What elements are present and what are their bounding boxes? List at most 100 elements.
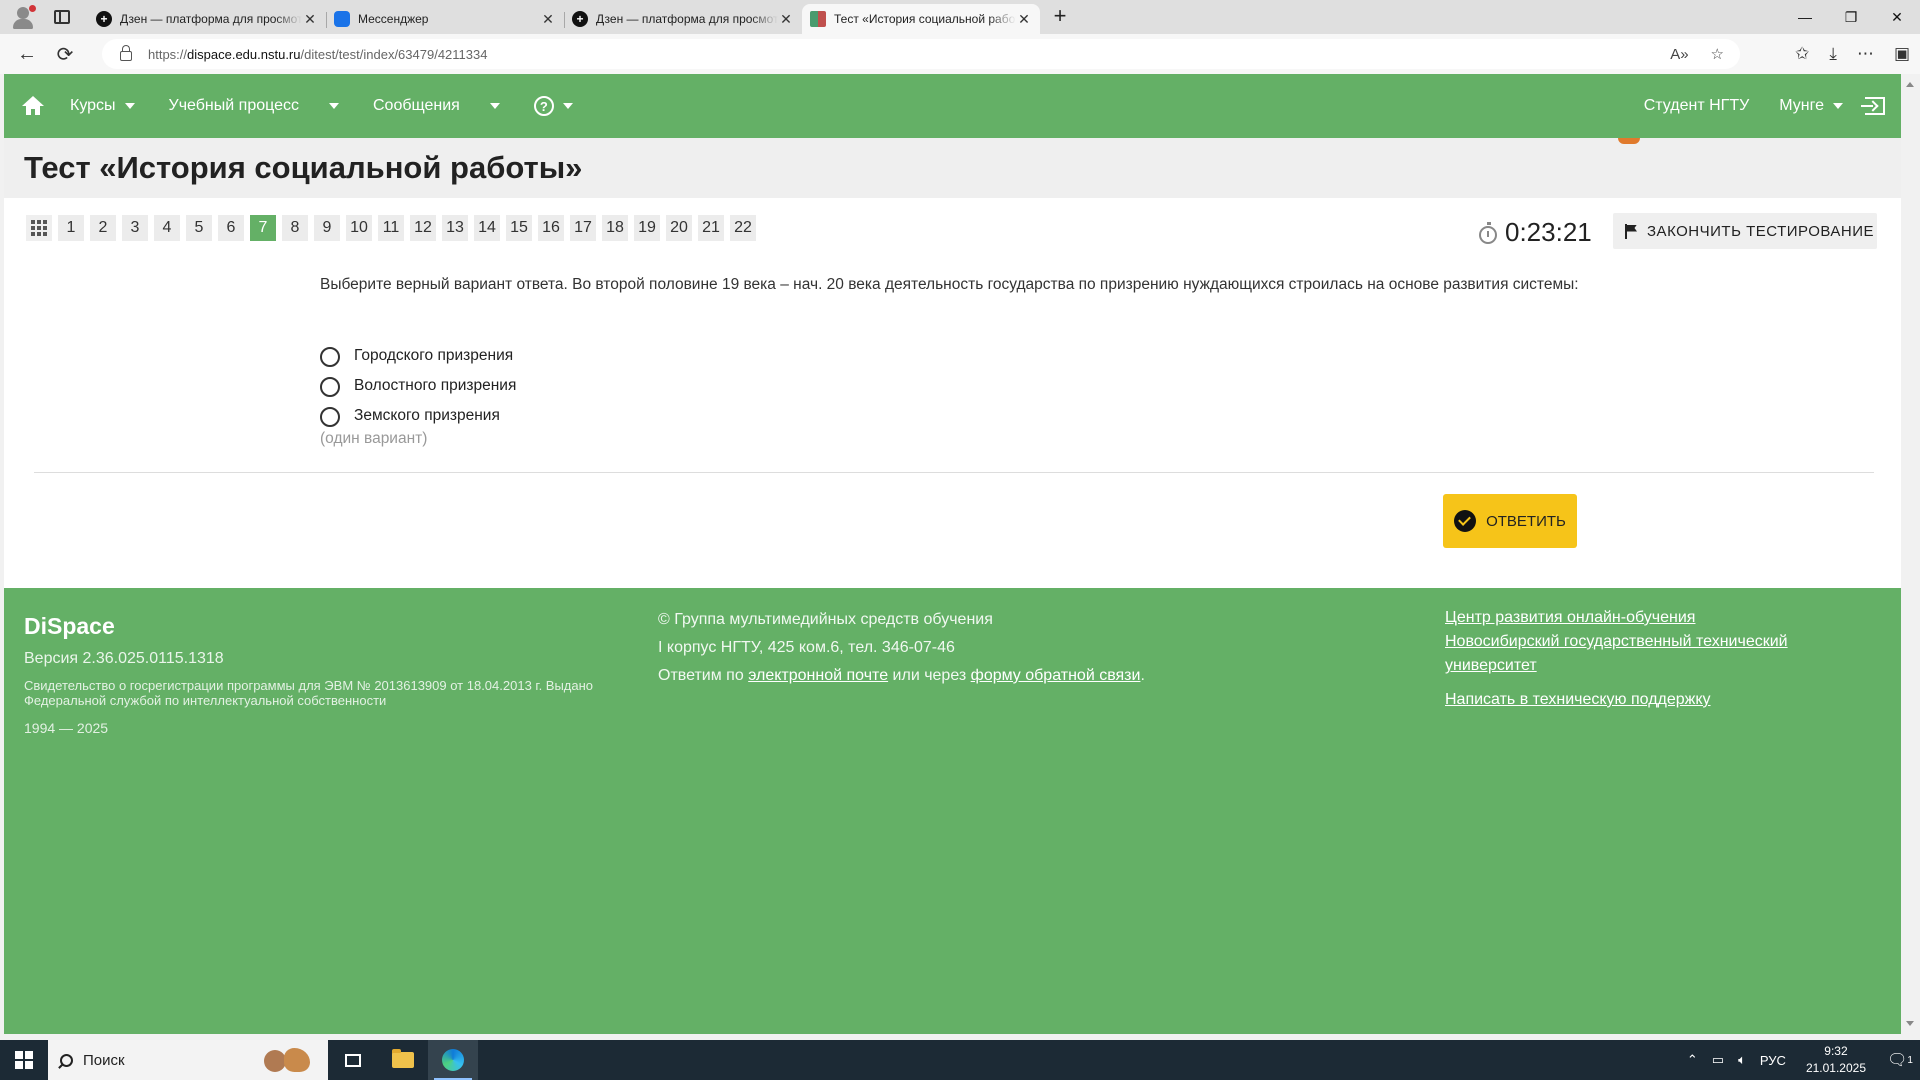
user-role-link[interactable]: Студент НГТУ xyxy=(1644,97,1750,115)
lock-icon[interactable] xyxy=(120,45,132,61)
question-number-button[interactable]: 4 xyxy=(154,215,180,241)
question-number-button[interactable]: 12 xyxy=(410,215,436,241)
question-number-button[interactable]: 19 xyxy=(634,215,660,241)
task-view-button[interactable] xyxy=(328,1040,378,1080)
notification-icon[interactable]: 🗨︎ 1 xyxy=(1880,1040,1920,1080)
question-number-button[interactable]: 16 xyxy=(538,215,564,241)
mascot-image xyxy=(1618,138,1640,144)
radio-button[interactable] xyxy=(320,377,340,397)
answer-option[interactable]: Волостного призрения xyxy=(320,371,516,401)
university-link[interactable]: Новосибирский государственный технически… xyxy=(1445,633,1788,674)
clock[interactable]: 9:32 21.01.2025 xyxy=(1806,1043,1866,1077)
question-number-button[interactable]: 17 xyxy=(570,215,596,241)
windows-taskbar: Поиск ⌃ ▭ 🔈︎ РУС 9:32 21.01.2025 🗨︎ 1 xyxy=(0,1040,1920,1080)
answer-option-label[interactable]: Городского призрения xyxy=(354,347,513,365)
answer-option[interactable]: Земского призрения xyxy=(320,401,516,431)
nav-study-process[interactable]: Учебный процесс xyxy=(169,97,339,115)
sidebar-icon[interactable]: ▣ xyxy=(1894,44,1910,64)
scroll-up-icon[interactable] xyxy=(1906,82,1914,87)
radio-button[interactable] xyxy=(320,407,340,427)
browser-tab-2[interactable]: Мессенджер ✕ xyxy=(326,4,564,34)
answer-option-label[interactable]: Земского призрения xyxy=(354,407,500,425)
favorites-icon[interactable]: ✩ xyxy=(1795,44,1809,64)
page-scrollbar[interactable] xyxy=(1901,74,1920,1034)
footer-contact-line: Ответим по электронной почте или через ф… xyxy=(658,667,1145,684)
question-number-button[interactable]: 13 xyxy=(442,215,468,241)
system-tray: ⌃ ▭ 🔈︎ РУС 9:32 21.01.2025 🗨︎ 1 xyxy=(1687,1040,1920,1080)
question-number-button[interactable]: 3 xyxy=(122,215,148,241)
taskbar-search[interactable]: Поиск xyxy=(48,1040,328,1080)
question-number-button[interactable]: 22 xyxy=(730,215,756,241)
scroll-down-icon[interactable] xyxy=(1906,1021,1914,1026)
radio-button[interactable] xyxy=(320,347,340,367)
edge-button[interactable] xyxy=(428,1040,478,1080)
help-icon: ? xyxy=(533,96,554,116)
question-number-button[interactable]: 8 xyxy=(282,215,308,241)
close-tab-icon[interactable]: ✕ xyxy=(540,11,556,28)
finish-test-label: ЗАКОНЧИТЬ ТЕСТИРОВАНИЕ xyxy=(1647,222,1875,240)
restore-icon[interactable]: ❐ xyxy=(1828,0,1874,34)
center-online-link[interactable]: Центр развития онлайн-обучения xyxy=(1445,609,1695,626)
nav-courses[interactable]: Курсы xyxy=(70,97,135,115)
language-indicator[interactable]: РУС xyxy=(1760,1053,1786,1068)
browser-tab-3[interactable]: + Дзен — платформа для просмотра ✕ xyxy=(564,4,802,34)
question-number-button[interactable]: 1 xyxy=(58,215,84,241)
task-view-icon xyxy=(345,1053,361,1067)
home-icon[interactable] xyxy=(22,96,44,116)
question-number-button[interactable]: 11 xyxy=(378,215,404,241)
profile-avatar-icon[interactable] xyxy=(8,2,38,32)
question-navigator: 1 2 3 4 5 6 7 8 9 10 11 12 13 14 15 16 17 18 19 20 21 22 xyxy=(26,215,762,241)
question-number-button[interactable]: 20 xyxy=(666,215,692,241)
browser-tab-1[interactable]: + Дзен — платформа для просмотра ✕ xyxy=(88,4,326,34)
close-tab-icon[interactable]: ✕ xyxy=(302,11,318,28)
close-tab-icon[interactable]: ✕ xyxy=(1016,11,1032,28)
volume-icon[interactable]: 🔈︎ xyxy=(1738,1052,1746,1068)
question-number-button[interactable]: 15 xyxy=(506,215,532,241)
feedback-form-link[interactable]: форму обратной связи xyxy=(971,667,1141,684)
nav-help[interactable]: ? xyxy=(533,96,573,116)
more-menu-icon[interactable]: ⋯ xyxy=(1857,44,1874,64)
answer-option-label[interactable]: Волостного призрения xyxy=(354,377,516,395)
question-number-button[interactable]: 2 xyxy=(90,215,116,241)
support-link[interactable]: Написать в техническую поддержку xyxy=(1445,691,1711,708)
windows-start-icon[interactable] xyxy=(0,1040,48,1080)
chevron-up-icon[interactable]: ⌃ xyxy=(1687,1052,1698,1068)
question-number-button[interactable]: 10 xyxy=(346,215,372,241)
question-number-button[interactable]: 7 xyxy=(250,215,276,241)
tab-actions-icon[interactable] xyxy=(54,10,70,24)
answer-option[interactable]: Городского призрения xyxy=(320,341,516,371)
question-number-button[interactable]: 21 xyxy=(698,215,724,241)
network-icon[interactable]: ▭ xyxy=(1712,1052,1724,1068)
favorite-star-icon[interactable]: ☆ xyxy=(1711,45,1724,63)
nav-messages[interactable]: Сообщения xyxy=(373,97,500,115)
title-bar: Тест «История социальной работы» xyxy=(4,138,1901,198)
new-tab-icon[interactable]: + xyxy=(1046,3,1074,31)
dzen-favicon-icon: + xyxy=(96,11,112,27)
search-placeholder: Поиск xyxy=(83,1051,125,1069)
close-window-icon[interactable]: ✕ xyxy=(1874,0,1920,34)
logout-icon[interactable] xyxy=(1861,97,1885,115)
read-aloud-icon[interactable]: A» xyxy=(1670,46,1688,63)
email-link[interactable]: электронной почте xyxy=(748,667,888,684)
file-explorer-button[interactable] xyxy=(378,1040,428,1080)
question-number-button[interactable]: 18 xyxy=(602,215,628,241)
minimize-icon[interactable]: — xyxy=(1782,0,1828,34)
question-number-button[interactable]: 9 xyxy=(314,215,340,241)
dzen-favicon-icon: + xyxy=(572,11,588,27)
clock-date: 21.01.2025 xyxy=(1805,1061,1866,1075)
downloads-icon[interactable]: ⤓ xyxy=(1829,44,1837,64)
close-tab-icon[interactable]: ✕ xyxy=(778,11,794,28)
address-bar[interactable]: https://dispace.edu.nstu.ru/ditest/test/… xyxy=(102,39,1740,69)
question-number-button[interactable]: 14 xyxy=(474,215,500,241)
question-number-button[interactable]: 5 xyxy=(186,215,212,241)
question-number-button[interactable]: 6 xyxy=(218,215,244,241)
finish-test-button[interactable]: ЗАКОНЧИТЬ ТЕСТИРОВАНИЕ xyxy=(1613,213,1877,249)
submit-answer-button[interactable]: ОТВЕТИТЬ xyxy=(1443,494,1577,548)
browser-tab-4[interactable]: Тест «История социальной работы» ✕ xyxy=(802,4,1040,34)
folder-icon xyxy=(392,1049,414,1068)
back-arrow-icon[interactable]: ← xyxy=(10,37,44,71)
user-menu[interactable]: Мунге xyxy=(1779,97,1843,115)
reload-icon[interactable]: ⟳ xyxy=(48,37,82,71)
grid-icon[interactable] xyxy=(26,215,52,241)
nav-courses-label: Курсы xyxy=(70,97,116,114)
